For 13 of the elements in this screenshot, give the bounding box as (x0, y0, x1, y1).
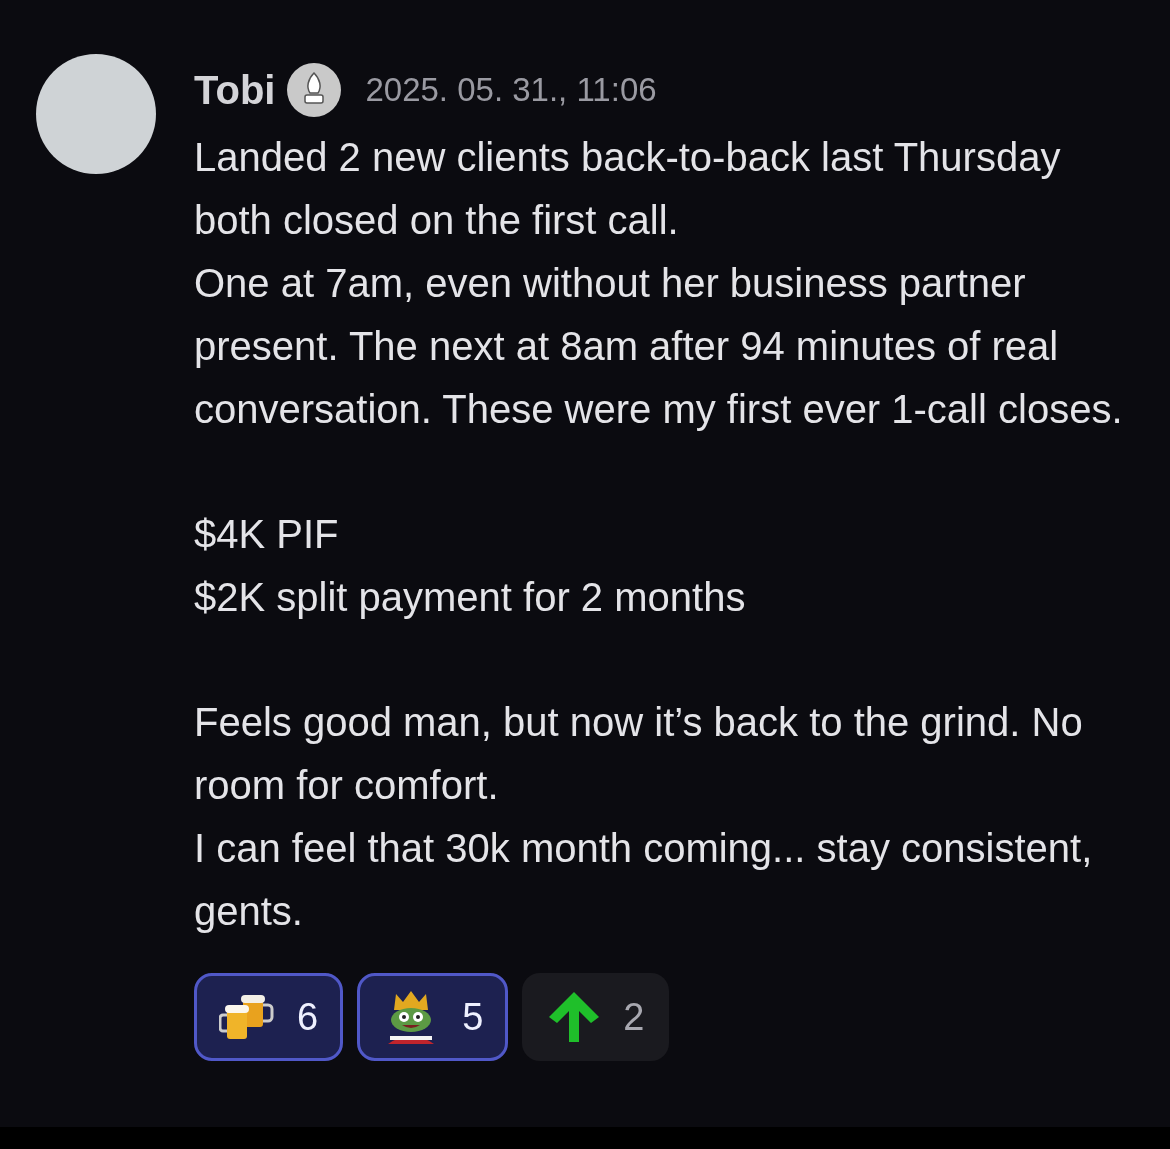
message-text: I can feel that 30k month coming... stay consistent, gents. (194, 825, 1094, 935)
reaction-button[interactable]: 2 (522, 973, 670, 1061)
message-text: Landed 2 new clients back-to-back last Thursday both closed on the first call. (194, 134, 1062, 244)
author-name[interactable]: Tobi (194, 60, 276, 120)
reaction-button[interactable]: 5 (357, 973, 509, 1061)
message-text: $4K PIF (194, 511, 340, 558)
message-timestamp: 2025. 05. 31., 11:06 (365, 70, 657, 111)
chess-bishop-icon (287, 63, 342, 117)
message-text: Feels good man, but now it’s back to the grind. No room for comfort. (194, 699, 1084, 809)
reaction-button[interactable]: 6 (194, 973, 344, 1061)
up-arrow-icon (547, 990, 602, 1044)
message-text: One at 7am, even without her business partner present. The next at 8am after 94 minutes of real conversation. These were my first ever 1-call closes. (194, 260, 1124, 433)
message-text: $2K split payment for 2 months (194, 574, 747, 621)
